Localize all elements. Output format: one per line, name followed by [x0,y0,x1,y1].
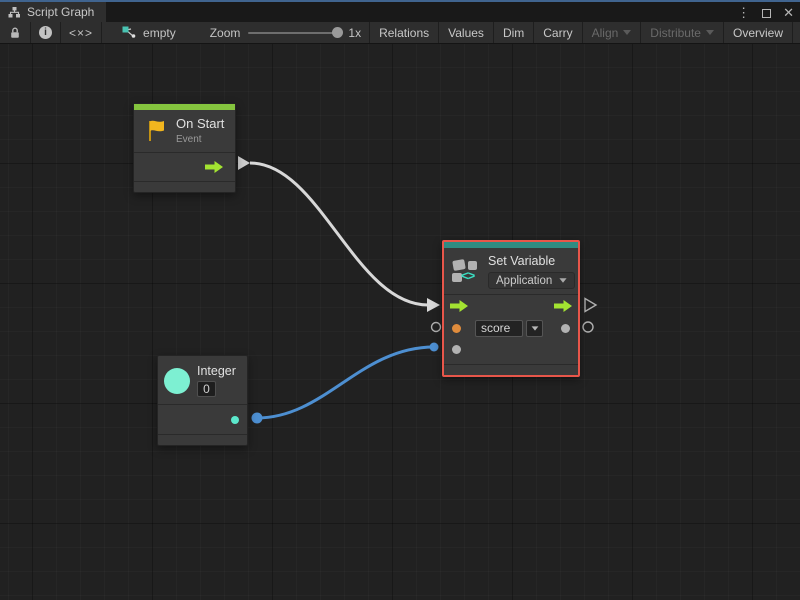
flag-icon [144,118,168,144]
distribute-button[interactable]: Distribute [640,22,723,43]
graph-toolbar: i <×> empty Zoom 1x Relations Value [0,22,800,44]
info-icon: i [39,26,52,39]
flow-out-port[interactable] [554,300,572,312]
node-title: On Start [176,117,224,132]
node-footer [134,181,235,192]
overview-button[interactable]: Overview [723,22,792,43]
chevron-down-icon [623,30,631,35]
setvariable-flow-in-arrowhead[interactable] [427,298,440,312]
graph-hierarchy-icon [8,6,21,19]
graph-breadcrumb[interactable]: empty [102,22,184,43]
wire-integer-to-setvariable[interactable] [257,347,434,418]
dim-button[interactable]: Dim [493,22,533,43]
dim-label: Dim [503,26,524,40]
chevron-down-icon [531,326,538,330]
value-out-port[interactable] [561,324,570,333]
node-footer [158,434,247,445]
carry-label: Carry [543,26,572,40]
values-label: Values [448,26,484,40]
node-title: Set Variable [488,254,575,268]
node-subtitle: Event [176,134,224,145]
name-in-port[interactable] [452,324,461,333]
node-title: Integer [197,364,236,378]
chevron-down-icon [560,279,567,284]
variables-icon: <> [452,259,480,285]
lock-button[interactable] [0,22,31,43]
value-in-port[interactable] [452,345,461,354]
lock-icon [8,26,22,40]
maximize-icon[interactable] [762,9,771,18]
flow-in-port[interactable] [450,300,468,312]
setvariable-value-out-port-outline[interactable] [583,322,593,332]
setvariable-name-in-port-outline[interactable] [432,323,441,332]
onstart-flow-out-connector[interactable] [238,156,250,170]
script-graph-window: Script Graph ⋮ ✕ i <×> empty [0,0,800,600]
node-on-start[interactable]: On Start Event [133,103,236,193]
fullscreen-button[interactable]: Full Screen [792,22,800,43]
zoom-control: Zoom 1x [184,22,369,43]
zoom-value: 1x [348,26,361,40]
toolbar-button-group: Relations Values Dim Carry Align Distrib… [369,22,800,43]
code-view-icon: <×> [69,26,93,40]
wire-layer [0,44,800,600]
breadcrumb-label: empty [143,26,176,40]
zoom-label: Zoom [210,26,241,40]
integer-type-icon [164,368,190,394]
relations-label: Relations [379,26,429,40]
code-view-button[interactable]: <×> [61,22,102,43]
integer-value-out-port[interactable] [231,416,239,424]
align-label: Align [592,26,619,40]
tab-title: Script Graph [27,5,94,19]
graph-breadcrumb-icon [122,26,137,39]
node-footer [444,364,578,375]
scope-value: Application [496,275,552,287]
info-button[interactable]: i [31,22,61,43]
zoom-slider[interactable] [248,32,340,34]
window-menu-icon[interactable]: ⋮ [737,5,750,21]
integer-value-input[interactable]: 0 [197,381,216,397]
title-bar: Script Graph ⋮ ✕ [0,0,800,22]
zoom-slider-handle[interactable] [332,27,343,38]
overview-label: Overview [733,26,783,40]
flow-out-port[interactable] [205,161,223,173]
carry-button[interactable]: Carry [533,22,581,43]
close-icon[interactable]: ✕ [783,5,794,21]
node-integer[interactable]: Integer 0 [157,355,248,446]
tab-script-graph[interactable]: Script Graph [0,2,106,22]
variable-name-input[interactable] [475,320,523,337]
chevron-down-icon [706,30,714,35]
integer-value-out-connector[interactable] [252,413,263,424]
variable-name-dropdown-button[interactable] [526,320,543,337]
variable-scope-dropdown[interactable]: Application [488,272,575,289]
align-button[interactable]: Align [582,22,641,43]
graph-canvas[interactable]: On Start Event <> Set Variable [0,44,800,600]
relations-button[interactable]: Relations [369,22,438,43]
values-button[interactable]: Values [438,22,493,43]
setvariable-flow-out-port-outline[interactable] [585,299,596,312]
wire-onstart-to-setvariable[interactable] [250,163,428,305]
node-set-variable[interactable]: <> Set Variable Application [442,240,580,377]
setvariable-value-in-connector[interactable] [430,343,439,352]
distribute-label: Distribute [650,26,701,40]
